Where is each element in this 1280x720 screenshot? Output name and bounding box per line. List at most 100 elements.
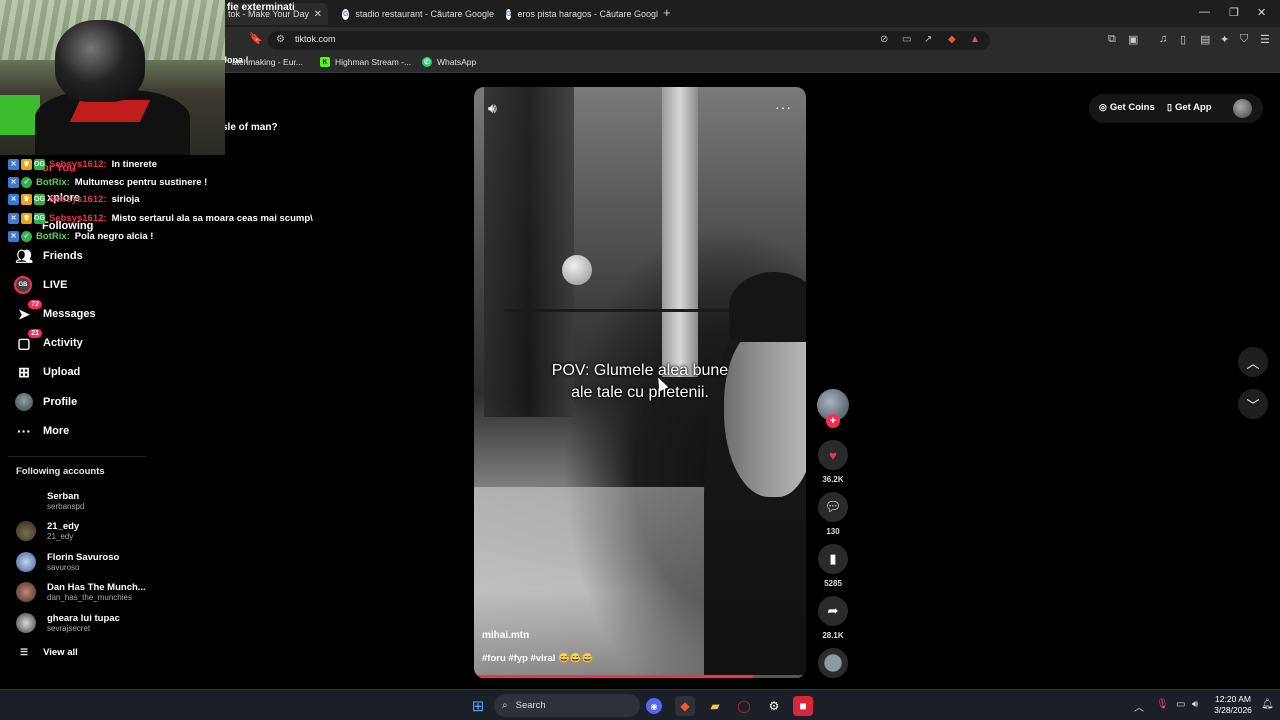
tray-overflow-icon[interactable]: ︿ xyxy=(1134,699,1144,714)
brave-shield-icon[interactable]: ◆ xyxy=(948,34,956,45)
music-icon[interactable]: ♫ xyxy=(1159,33,1167,45)
bookmark-icon[interactable]: ▮ xyxy=(818,544,848,574)
like-action[interactable]: ♥ 36.2K xyxy=(817,440,849,484)
close-window-icon[interactable]: ✕ xyxy=(1257,6,1266,19)
shield-icon[interactable]: ⛉ xyxy=(1240,33,1248,46)
next-video-button[interactable]: ﹀ xyxy=(1238,389,1268,419)
brave-icon[interactable]: ◆ xyxy=(675,696,695,716)
more-options-icon[interactable]: ··· xyxy=(775,99,792,115)
upload-icon: ⊞ xyxy=(18,363,30,380)
bookmark-whatsapp[interactable]: ✆ WhatsApp xyxy=(422,57,476,67)
url-field[interactable]: ⚙ tiktok.com ⊘ ▭ ↗ ◆ ▲ xyxy=(268,31,990,50)
account-item[interactable]: 21_edy 21_edy xyxy=(16,517,79,545)
new-tab-icon[interactable]: + xyxy=(663,5,671,20)
file-explorer-icon[interactable]: ▰ xyxy=(705,696,725,716)
sidebar-item-activity[interactable]: ▢ 21 Activity xyxy=(14,329,83,355)
site-info-icon[interactable]: ⚙ xyxy=(276,34,285,45)
app-icon[interactable]: ■ xyxy=(793,696,813,716)
verified-badge-icon: ✓ xyxy=(21,230,32,242)
account-handle: serbanspd xyxy=(47,502,85,511)
sidebar-item-label: Messages xyxy=(43,308,96,320)
caption-line: POV: Glumele alea bune xyxy=(551,362,729,379)
messages-icon: ➤ 72 xyxy=(14,300,42,324)
tab-eros[interactable]: G eros pista haragos - Căutare Google xyxy=(498,3,658,25)
tab-stadio[interactable]: G stadio restaurant - Căutare Google xyxy=(334,3,494,25)
url-text: tiktok.com xyxy=(295,34,336,44)
comment-action[interactable]: 💬︎ 130 xyxy=(817,492,849,536)
share-icon[interactable]: ↗ xyxy=(924,34,932,45)
bookmark-highman[interactable]: K Highman Stream -... xyxy=(320,57,411,67)
vip-badge-icon: ♛ xyxy=(21,193,32,205)
share-action[interactable]: ➦ 28.1K xyxy=(817,596,849,640)
account-item[interactable]: Dan Has The Munch... dan_has_the_munchie… xyxy=(16,578,146,606)
more-icon: ··· xyxy=(17,423,31,439)
video-progress-bar[interactable] xyxy=(474,675,806,678)
bookmark-icon[interactable]: 🔖 xyxy=(249,32,263,45)
extensions-icon[interactable]: ⧉ xyxy=(1108,33,1116,46)
previous-video-button[interactable]: ︿ xyxy=(1238,347,1268,377)
vip-badge-icon: ♛ xyxy=(21,212,32,224)
chat-text: In tinerete xyxy=(111,158,157,170)
no-translate-icon[interactable]: ⊘ xyxy=(880,34,888,45)
menu-icon[interactable]: ☰ xyxy=(1260,33,1270,46)
sidebar-item-label: Friends xyxy=(43,250,83,262)
steam-icon[interactable]: ⚙ xyxy=(764,696,784,716)
network-icon[interactable]: ▭ xyxy=(1176,699,1185,710)
whatsapp-icon: ✆ xyxy=(422,57,432,67)
sidebar-item-more[interactable]: ··· More xyxy=(14,419,69,443)
opera-icon[interactable]: ◯ xyxy=(734,696,754,716)
windows-start-icon[interactable]: ⊞ xyxy=(468,696,488,716)
og-badge-icon: OG xyxy=(34,193,45,205)
live-icon: GB xyxy=(14,276,32,294)
get-coins-button[interactable]: ◎ Get Coins xyxy=(1099,102,1155,113)
sidebar-item-profile[interactable]: Profile xyxy=(14,390,77,414)
minimize-icon[interactable]: — xyxy=(1199,6,1210,18)
sidebar-item-live[interactable]: GB LIVE xyxy=(14,273,67,297)
chat-text: Pola negro alcia ! xyxy=(74,230,154,242)
notifications-icon[interactable]: 🔔︎ xyxy=(1261,699,1274,710)
save-action[interactable]: ▮ 5285 xyxy=(817,544,849,588)
sidebar-item-messages[interactable]: ➤ 72 Messages xyxy=(14,300,96,326)
video-hashtags[interactable]: #foru #fyp #viral 😅😅😅 xyxy=(482,653,594,664)
get-coins-label: Get Coins xyxy=(1109,102,1155,113)
kick-icon: K xyxy=(320,57,330,67)
account-item[interactable]: Florin Savuroso savuroso xyxy=(16,548,119,576)
cast-icon[interactable]: ▭ xyxy=(902,34,911,45)
discord-icon[interactable]: ◉ xyxy=(646,698,662,714)
video-author[interactable]: mihai.mtn xyxy=(482,630,529,641)
overlay-snippet: sle of man? xyxy=(222,122,278,133)
microphone-icon[interactable]: 🎙︎ xyxy=(1156,699,1169,710)
comment-icon[interactable]: 💬︎ xyxy=(818,492,848,522)
sidebar-icon[interactable]: ▯ xyxy=(1180,33,1186,46)
video-caption: POV: Glumele alea bune ale tale cu priet… xyxy=(474,360,806,404)
wallet-icon[interactable]: ▣ xyxy=(1128,33,1138,46)
sidebar-item-upload[interactable]: ⊞ Upload xyxy=(14,360,80,384)
view-all-button[interactable]: ☰ View all xyxy=(20,647,78,658)
volume-tray-icon[interactable]: 🔊︎ xyxy=(1192,699,1198,710)
user-avatar[interactable] xyxy=(1233,99,1252,118)
phone-icon: ▯ xyxy=(1167,102,1172,112)
chat-message: ✕ ♛ OG Sebsys1612: In tinerete xyxy=(8,156,157,172)
restore-icon[interactable]: ❐ xyxy=(1229,6,1239,19)
account-item[interactable]: gheara lui tupac sevrajsecret xyxy=(16,609,120,637)
brave-rewards-icon[interactable]: ▲ xyxy=(970,34,980,45)
share-arrow-icon[interactable]: ➦ xyxy=(818,596,848,626)
system-clock[interactable]: 12:20 AM 3/28/2026 xyxy=(1208,694,1258,716)
account-item[interactable]: Serban serbanspd xyxy=(16,487,84,515)
get-app-button[interactable]: ▯ Get App xyxy=(1167,102,1212,113)
sidebar-item-label: LIVE xyxy=(43,279,68,291)
share-count: 28.1K xyxy=(822,631,844,640)
taskbar-search[interactable]: ⌕ Search xyxy=(494,694,640,717)
chat-username: Sebsys1612: xyxy=(49,193,107,205)
chat-message: ✕ ✓ BotRix: Multumesc pentru sustinere ! xyxy=(8,174,207,190)
sidebar-item-friends[interactable]: 👥︎ Friends xyxy=(14,244,83,268)
music-disc-icon[interactable] xyxy=(818,648,848,678)
screen: tok - Make Your Day ✕ G stadio restauran… xyxy=(0,0,1280,720)
tab-wallet-icon[interactable]: ▤ xyxy=(1200,33,1210,46)
heart-icon[interactable]: ♥ xyxy=(818,440,848,470)
video-player[interactable]: 🔊︎ ··· POV: Glumele alea bune ale tale c… xyxy=(474,87,806,678)
follow-button[interactable]: + xyxy=(826,414,840,428)
close-tab-icon[interactable]: ✕ xyxy=(314,9,322,20)
volume-icon[interactable]: 🔊︎ xyxy=(488,100,497,117)
leo-ai-icon[interactable]: ✦ xyxy=(1220,33,1229,46)
